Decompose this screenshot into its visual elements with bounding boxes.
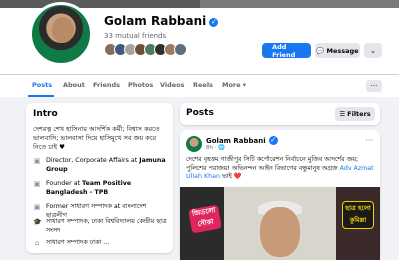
- post-author-name[interactable]: Golam Rabbani ✓: [206, 136, 278, 145]
- messenger-icon: 💬: [316, 46, 325, 55]
- intro-card: Intro দেশরত্ন শেখ হাসিনার আদর্শিক কর্মী;…: [26, 103, 173, 253]
- post-text-tail: ভাই ❤️: [219, 173, 242, 180]
- post-timestamp[interactable]: 8h · 🌐: [206, 145, 225, 151]
- briefcase-icon: ▣: [33, 157, 41, 165]
- intro-bio: দেশরত্ন শেখ হাসিনার আদর্শিক কর্মী; বিশ্ব…: [33, 125, 160, 151]
- post-image[interactable]: জিতলো নৌকা ছাত্র হলো কুমিল্লা: [180, 187, 380, 260]
- post-author-name-text: Golam Rabbani: [206, 137, 266, 145]
- tab-reels[interactable]: Reels: [193, 81, 213, 89]
- post-verified-badge-icon: ✓: [268, 136, 278, 145]
- profile-name: Golam Rabbani ✓: [104, 14, 219, 28]
- filters-button[interactable]: ☰ Filters: [335, 107, 375, 121]
- profile-name-text: Golam Rabbani: [104, 14, 207, 28]
- posts-title: Posts: [186, 108, 214, 118]
- home-icon: ⌂: [34, 239, 40, 247]
- post-image-sticker-left: জিতলো নৌকা: [188, 204, 222, 234]
- tab-posts[interactable]: Posts: [32, 81, 52, 89]
- active-tab-indicator: [28, 95, 54, 97]
- intro-item-text: Director, Corporate Affairs at Jamuna Gr…: [46, 157, 169, 174]
- profile-tabs: ··· Posts About Friends Photos Videos Reels Mo…: [0, 74, 399, 97]
- tab-friends[interactable]: Friends: [93, 81, 120, 89]
- mutual-friends-count[interactable]: 33 mutual friends: [104, 32, 166, 40]
- posts-header-card: Posts ☰ Filters: [180, 103, 380, 125]
- add-friend-button[interactable]: 👤 Add Friend: [262, 42, 311, 59]
- profile-picture[interactable]: [29, 2, 93, 66]
- intro-item-prefix: Founder at: [46, 180, 83, 187]
- post-image-sticker-right: ছাত্র হলো কুমিল্লা: [342, 201, 374, 229]
- post-text-body: দেশের বৃহত্তম গাজীপুর সিটি কর্পোরেশন নির…: [186, 156, 359, 172]
- intro-item: ▣ Director, Corporate Affairs at Jamuna G…: [33, 157, 169, 174]
- graduation-cap-icon: 🎓: [33, 218, 42, 226]
- tab-videos[interactable]: Videos: [160, 81, 185, 89]
- add-friend-icon: 👤: [262, 46, 271, 55]
- post-image-person: [260, 207, 300, 257]
- post-menu-button[interactable]: ···: [365, 136, 373, 145]
- intro-item-text: Founder at Team Positive Bangladesh - TP…: [46, 180, 169, 197]
- briefcase-icon: ▣: [33, 203, 41, 211]
- intro-title: Intro: [33, 109, 58, 119]
- intro-item-prefix: সাধারণ সম্পাদক ঢাকা ...: [46, 239, 110, 246]
- tab-about[interactable]: About: [63, 81, 85, 89]
- post-card: Golam Rabbani ✓ 8h · 🌐 ··· দেশের বৃহত্তম …: [180, 130, 380, 260]
- intro-item-prefix: Former সাধারণ সম্পাদক at বাংলাদেশ ছাত্রল…: [46, 203, 147, 219]
- tabs-overflow-button[interactable]: ···: [366, 80, 382, 92]
- profile-header: Golam Rabbani ✓ 33 mutual friends 👤 Add F…: [0, 0, 399, 74]
- intro-item: ⌂ সাধারণ সম্পাদক ঢাকা ...: [33, 239, 169, 248]
- add-friend-label: Add Friend: [272, 42, 296, 59]
- intro-item-text: সাধারণ সম্পাদক, ঢাকা বিশ্ববিদ্যালয় কেন্…: [46, 218, 169, 235]
- intro-item-text: সাধারণ সম্পাদক ঢাকা ...: [46, 239, 109, 248]
- verified-badge-icon: ✓: [209, 18, 219, 27]
- filters-label: Filters: [347, 110, 371, 118]
- filter-icon: ☰: [339, 110, 346, 118]
- intro-item: 🎓 সাধারণ সম্পাদক, ঢাকা বিশ্ববিদ্যালয় কেন…: [33, 218, 169, 235]
- intro-item-prefix: সাধারণ সম্পাদক, ঢাকা বিশ্ববিদ্যালয় কেন্…: [46, 218, 167, 234]
- mutual-friend-avatar[interactable]: [174, 43, 187, 56]
- post-author-avatar[interactable]: [186, 136, 202, 152]
- message-button[interactable]: 💬 Message: [315, 43, 360, 58]
- post-text: দেশের বৃহত্তম গাজীপুর সিটি কর্পোরেশন নির…: [186, 156, 374, 182]
- intro-item-prefix: Director, Corporate Affairs at: [46, 157, 140, 164]
- intro-item: ▣ Founder at Team Positive Bangladesh - T…: [33, 180, 169, 197]
- briefcase-icon: ▣: [33, 180, 41, 188]
- message-label: Message: [326, 46, 359, 55]
- tab-photos[interactable]: Photos: [128, 81, 153, 89]
- tab-more[interactable]: More ▾: [222, 81, 246, 89]
- more-options-button[interactable]: ⌄: [364, 43, 382, 58]
